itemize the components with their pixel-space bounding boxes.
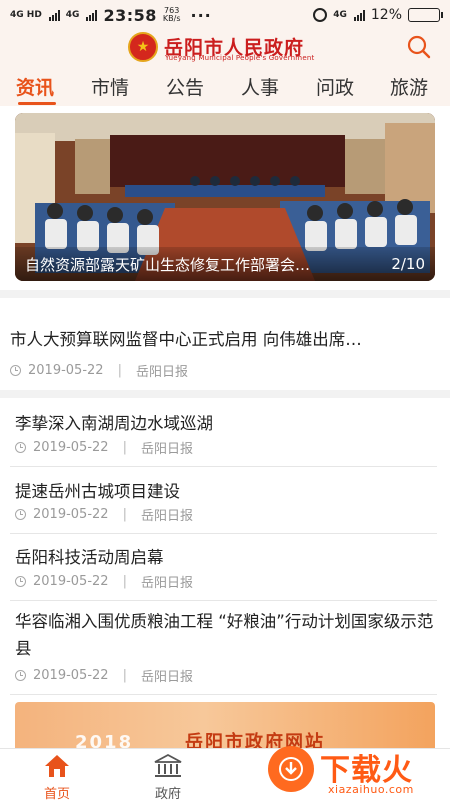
battery-icon: [408, 8, 443, 22]
speed-unit: KB/s: [162, 14, 181, 23]
tab-tourism[interactable]: 旅游: [390, 73, 428, 100]
row-divider: [10, 694, 437, 695]
news-date: 2019-05-22: [33, 668, 109, 683]
news-meta: 2019-05-22 | 岳阳日报: [15, 438, 193, 457]
headline-carousel[interactable]: 自然资源部露天矿山生态修复工作部署会… 2/10: [15, 113, 435, 281]
status-right: 4G 12%: [313, 7, 443, 23]
news-meta: 2019-05-22 | 岳阳日报: [15, 666, 193, 685]
signal-2-icon: [86, 9, 98, 21]
signal-2-label: 4G: [65, 9, 80, 20]
network-speed: 763 KB/s: [163, 7, 181, 23]
news-date: 2019-05-22: [28, 363, 104, 378]
home-icon: [45, 755, 69, 777]
signal-1-label: 4G HD: [10, 9, 42, 20]
clock-icon: [15, 670, 26, 681]
active-tab-indicator: [18, 102, 56, 105]
news-source: 岳阳日报: [140, 442, 193, 457]
news-title[interactable]: 李挚深入南湖周边水域巡湖: [15, 410, 213, 434]
news-source: 岳阳日报: [140, 509, 193, 524]
clock-icon: [15, 576, 26, 587]
news-title[interactable]: 市人大预算联网监督中心正式启用 向伟雄出席…: [10, 326, 362, 350]
watermark-url: xiazaihuo.com: [328, 783, 414, 796]
news-meta: 2019-05-22 | 岳阳日报: [15, 505, 193, 524]
news-date: 2019-05-22: [33, 574, 109, 589]
meta-separator: |: [122, 440, 127, 455]
news-title[interactable]: 华容临湘入围优质粮油工程 “好粮油”行动计划国家级示范县: [15, 608, 435, 662]
tab-announcements[interactable]: 公告: [166, 73, 204, 100]
more-notifications-icon: ···: [190, 5, 212, 25]
news-meta: 2019-05-22 | 岳阳日报: [10, 361, 188, 380]
news-meta: 2019-05-22 | 岳阳日报: [15, 572, 193, 591]
meta-separator: |: [122, 574, 127, 589]
app-header: ★ 岳阳市人民政府 Yueyang Municipal People's Gov…: [0, 30, 450, 64]
nav-government-label: 政府: [154, 787, 181, 800]
clock-icon: [10, 365, 21, 376]
government-building-icon: [154, 753, 182, 777]
meta-separator: |: [122, 507, 127, 522]
row-divider: [10, 533, 437, 534]
promo-year: 2018: [75, 732, 134, 748]
section-divider: [0, 390, 450, 398]
category-tabs: 资讯 市情 公告 人事 问政 旅游: [0, 64, 450, 106]
clock-icon: [15, 509, 26, 520]
tab-city-info[interactable]: 市情: [91, 73, 129, 100]
signal-1-icon: [48, 9, 60, 21]
signal-3-icon: [353, 9, 365, 21]
battery-percent: 12%: [370, 7, 402, 23]
banner-caption: 自然资源部露天矿山生态修复工作部署会… 2/10: [15, 247, 435, 281]
nav-home[interactable]: 首页: [27, 753, 87, 800]
watermark-logo: 下载火 xiazaihuo.com: [262, 743, 450, 800]
banner-page-counter: 2/10: [391, 255, 425, 273]
download-icon: [268, 746, 314, 792]
header-subtitle: Yueyang Municipal People's Government: [165, 54, 315, 62]
status-left: 4G HD 4G 23:58 763 KB/s ···: [10, 6, 212, 25]
news-date: 2019-05-22: [33, 507, 109, 522]
news-source: 岳阳日报: [140, 576, 193, 591]
tab-personnel[interactable]: 人事: [241, 73, 279, 100]
news-date: 2019-05-22: [33, 440, 109, 455]
nav-government[interactable]: 政府: [138, 753, 198, 800]
nav-home-label: 首页: [43, 787, 70, 800]
news-title[interactable]: 岳阳科技活动周启幕: [15, 544, 164, 568]
search-icon[interactable]: [406, 34, 432, 60]
promo-banner[interactable]: 2018 岳阳市政府网站: [15, 702, 435, 748]
clock-time: 23:58: [103, 5, 157, 25]
tab-news[interactable]: 资讯: [16, 73, 54, 100]
banner-title: 自然资源部露天矿山生态修复工作部署会…: [25, 255, 311, 274]
row-divider: [10, 466, 437, 467]
section-divider: [0, 290, 450, 298]
tab-inquiry[interactable]: 问政: [316, 73, 354, 100]
network-type: 4G: [333, 9, 347, 20]
clock-icon: [15, 442, 26, 453]
news-title[interactable]: 提速岳州古城项目建设: [15, 478, 180, 502]
meta-separator: |: [117, 363, 122, 378]
meta-separator: |: [122, 668, 127, 683]
news-source: 岳阳日报: [140, 670, 193, 685]
status-bar: 4G HD 4G 23:58 763 KB/s ··· 4G 12%: [0, 0, 450, 30]
national-emblem-logo: ★: [128, 32, 158, 62]
news-source: 岳阳日报: [135, 365, 188, 380]
row-divider: [10, 600, 437, 601]
alarm-icon: [313, 8, 328, 22]
